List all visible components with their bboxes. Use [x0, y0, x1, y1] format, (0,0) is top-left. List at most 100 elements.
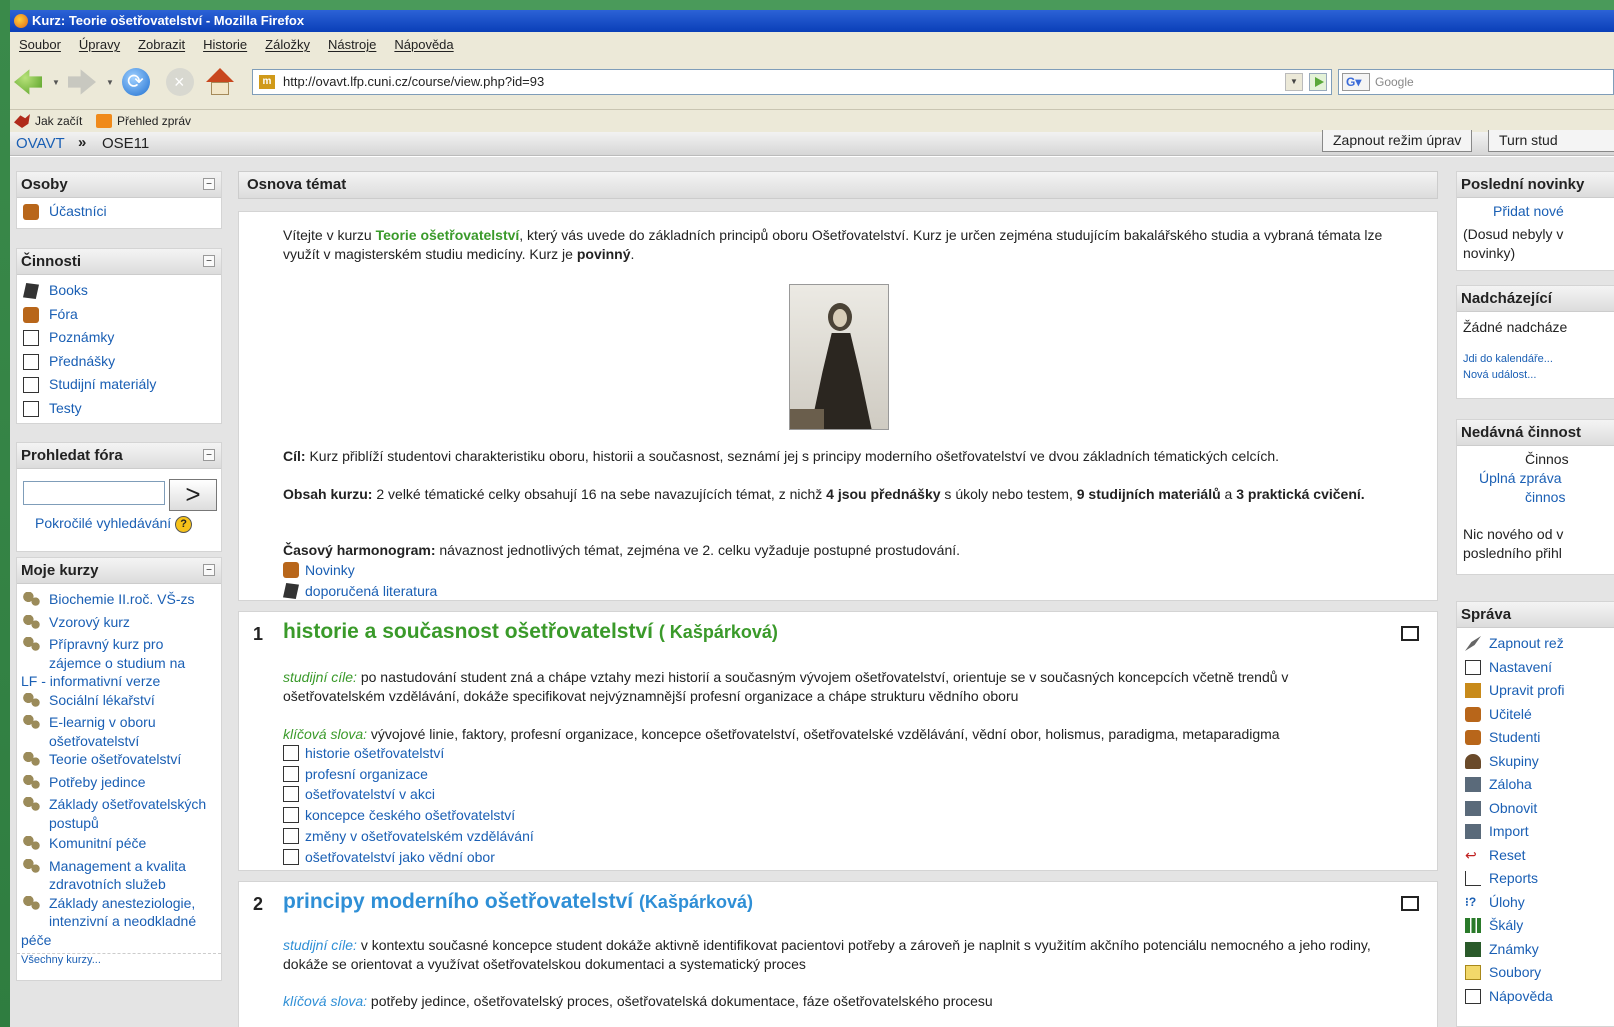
admin-restore[interactable]: Obnovit	[1457, 797, 1614, 821]
back-dropdown-icon[interactable]: ▼	[52, 78, 60, 87]
forward-dropdown-icon[interactable]: ▼	[106, 78, 114, 87]
admin-help[interactable]: Nápověda	[1457, 985, 1614, 1009]
bookmark-prehled-zprav[interactable]: Přehled zpráv	[96, 110, 191, 132]
admin-files[interactable]: Soubory	[1457, 961, 1614, 985]
menu-historie[interactable]: Historie	[194, 32, 256, 58]
breadcrumb-home-link[interactable]: OVAVT	[16, 133, 65, 155]
full-report-link-continuation[interactable]: činnos	[1457, 488, 1614, 511]
admin-questions[interactable]: ⁝? Úlohy	[1457, 891, 1614, 915]
activity-notes[interactable]: Poznámky	[17, 326, 221, 350]
link-label: Books	[49, 282, 88, 298]
admin-scales[interactable]: Škály	[1457, 914, 1614, 938]
block-header: Nadcházející	[1457, 286, 1614, 312]
activity-books[interactable]: Books	[17, 279, 221, 303]
course-link-continuation[interactable]: péče	[17, 931, 221, 950]
course-link[interactable]: Přípravný kurz pro zájemce o studium na	[17, 635, 221, 672]
all-courses-link[interactable]: Všechny kurzy...	[17, 953, 221, 966]
new-event-link[interactable]: Nová událost...	[1457, 367, 1614, 383]
menu-zalozky[interactable]: Záložky	[256, 32, 319, 58]
go-arrow-icon[interactable]	[1309, 73, 1327, 91]
admin-reports[interactable]: Reports	[1457, 867, 1614, 891]
url-dropdown-icon[interactable]: ▼	[1285, 73, 1303, 91]
course-link-continuation[interactable]: LF - informativní verze	[17, 672, 221, 691]
news-forum-link[interactable]: Novinky	[283, 560, 355, 580]
course-link[interactable]: Biochemie II.roč. VŠ-zs	[17, 590, 221, 609]
menu-soubor[interactable]: Soubor	[10, 32, 70, 58]
forum-search-input[interactable]	[23, 481, 165, 505]
back-arrow-icon[interactable]	[14, 69, 42, 95]
course-icon	[23, 858, 41, 875]
home-icon[interactable]	[206, 68, 234, 96]
bookmark-label: Jak začít	[35, 114, 83, 128]
admin-students[interactable]: Studenti	[1457, 726, 1614, 750]
section-highlight-checkbox[interactable]	[1401, 626, 1419, 641]
admin-groups[interactable]: Skupiny	[1457, 750, 1614, 774]
resource-link[interactable]: profesní organizace	[283, 764, 428, 784]
breadcrumb: OVAVT » OSE11 Zapnout režim úprav Turn s…	[10, 130, 1614, 156]
activity-quizzes[interactable]: Testy	[17, 397, 221, 421]
course-link[interactable]: Potřeby jedince	[17, 773, 221, 792]
collapse-icon[interactable]: –	[203, 255, 215, 267]
admin-grades[interactable]: Známky	[1457, 938, 1614, 962]
admin-settings[interactable]: Nastavení	[1457, 656, 1614, 680]
activity-lectures[interactable]: Přednášky	[17, 350, 221, 374]
url-bar[interactable]: m http://ovavt.lfp.cuni.cz/course/view.p…	[252, 69, 1332, 95]
label: studijní cíle:	[283, 937, 357, 953]
activity-materials[interactable]: Studijní materiály	[17, 373, 221, 397]
course-link[interactable]: Management a kvalita zdravotních služeb	[17, 857, 221, 894]
menu-upravy[interactable]: Úpravy	[70, 32, 129, 58]
course-icon	[23, 637, 41, 653]
search-go-button[interactable]: >	[169, 479, 217, 511]
course-link[interactable]: Základy anesteziologie, intenzivní a neo…	[17, 894, 221, 931]
title-text: principy moderního ošetřovatelství	[283, 890, 634, 913]
course-link[interactable]: Sociální lékařství	[17, 691, 221, 710]
course-link[interactable]: Základy ošetřovatelských postupů	[17, 795, 221, 832]
activity-forums[interactable]: Fóra	[17, 303, 221, 327]
resource-link[interactable]: změny v ošetřovatelském vzdělávání	[283, 826, 534, 846]
course-link[interactable]: Komunitní péče	[17, 834, 221, 853]
participants-link[interactable]: Účastníci	[17, 202, 221, 221]
help-icon[interactable]: ?	[175, 515, 193, 533]
collapse-icon[interactable]: –	[203, 449, 215, 461]
admin-teachers[interactable]: Učitelé	[1457, 703, 1614, 727]
link-label: E-learnig v oboru ošetřovatelství	[49, 714, 156, 749]
resource-link[interactable]: ošetřovatelství jako vědní obor	[283, 847, 495, 867]
section-highlight-checkbox[interactable]	[1401, 896, 1419, 911]
users-icon	[23, 204, 39, 220]
resource-link[interactable]: koncepce českého ošetřovatelství	[283, 805, 515, 825]
link-label: Testy	[49, 399, 82, 416]
calendar-link[interactable]: Jdi do kalendáře...	[1457, 351, 1614, 367]
search-input[interactable]: G▾ Google	[1338, 69, 1614, 95]
collapse-icon[interactable]: –	[203, 178, 215, 190]
resource-link[interactable]: ošetřovatelství v akci	[283, 784, 435, 804]
edit-mode-button[interactable]: Zapnout režim úprav	[1322, 130, 1473, 152]
menu-nastroje[interactable]: Nástroje	[319, 32, 385, 58]
admin-import[interactable]: Import	[1457, 820, 1614, 844]
stop-icon[interactable]	[166, 68, 194, 96]
course-link[interactable]: Teorie ošetřovatelství	[17, 750, 221, 769]
text: Vítejte v kurzu	[283, 227, 376, 243]
bookmark-jak-zacit[interactable]: Jak začít	[14, 110, 82, 132]
menu-napoveda[interactable]: Nápověda	[385, 32, 462, 58]
course-icon	[23, 692, 41, 709]
add-news-link[interactable]: Přidat nové	[1457, 198, 1614, 225]
link-label: Škály	[1489, 917, 1524, 933]
resource-link[interactable]: historie ošetřovatelství	[283, 743, 444, 763]
menu-zobrazit[interactable]: Zobrazit	[129, 32, 194, 58]
google-engine-icon[interactable]: G▾	[1342, 73, 1370, 91]
forward-arrow-icon[interactable]	[68, 69, 96, 95]
admin-edit-mode[interactable]: Zapnout rež	[1457, 632, 1614, 656]
course-link[interactable]: Vzorový kurz	[17, 613, 221, 632]
course-icon	[23, 797, 41, 813]
admin-reset[interactable]: ↩ Reset	[1457, 844, 1614, 868]
reload-icon[interactable]	[122, 68, 150, 96]
advanced-search-link[interactable]: Pokročilé vyhledávání ?	[35, 515, 193, 533]
intro-paragraph: Vítejte v kurzu Teorie ošetřovatelství, …	[283, 226, 1393, 264]
student-view-button[interactable]: Turn stud	[1488, 130, 1614, 152]
admin-backup[interactable]: Záloha	[1457, 773, 1614, 797]
admin-edit-profile[interactable]: Upravit profi	[1457, 679, 1614, 703]
collapse-icon[interactable]: –	[203, 564, 215, 576]
course-link[interactable]: E-learnig v oboru ošetřovatelství	[17, 713, 221, 750]
full-report-link[interactable]: Úplná zpráva	[1457, 469, 1614, 488]
literature-link[interactable]: doporučená literatura	[283, 581, 437, 601]
